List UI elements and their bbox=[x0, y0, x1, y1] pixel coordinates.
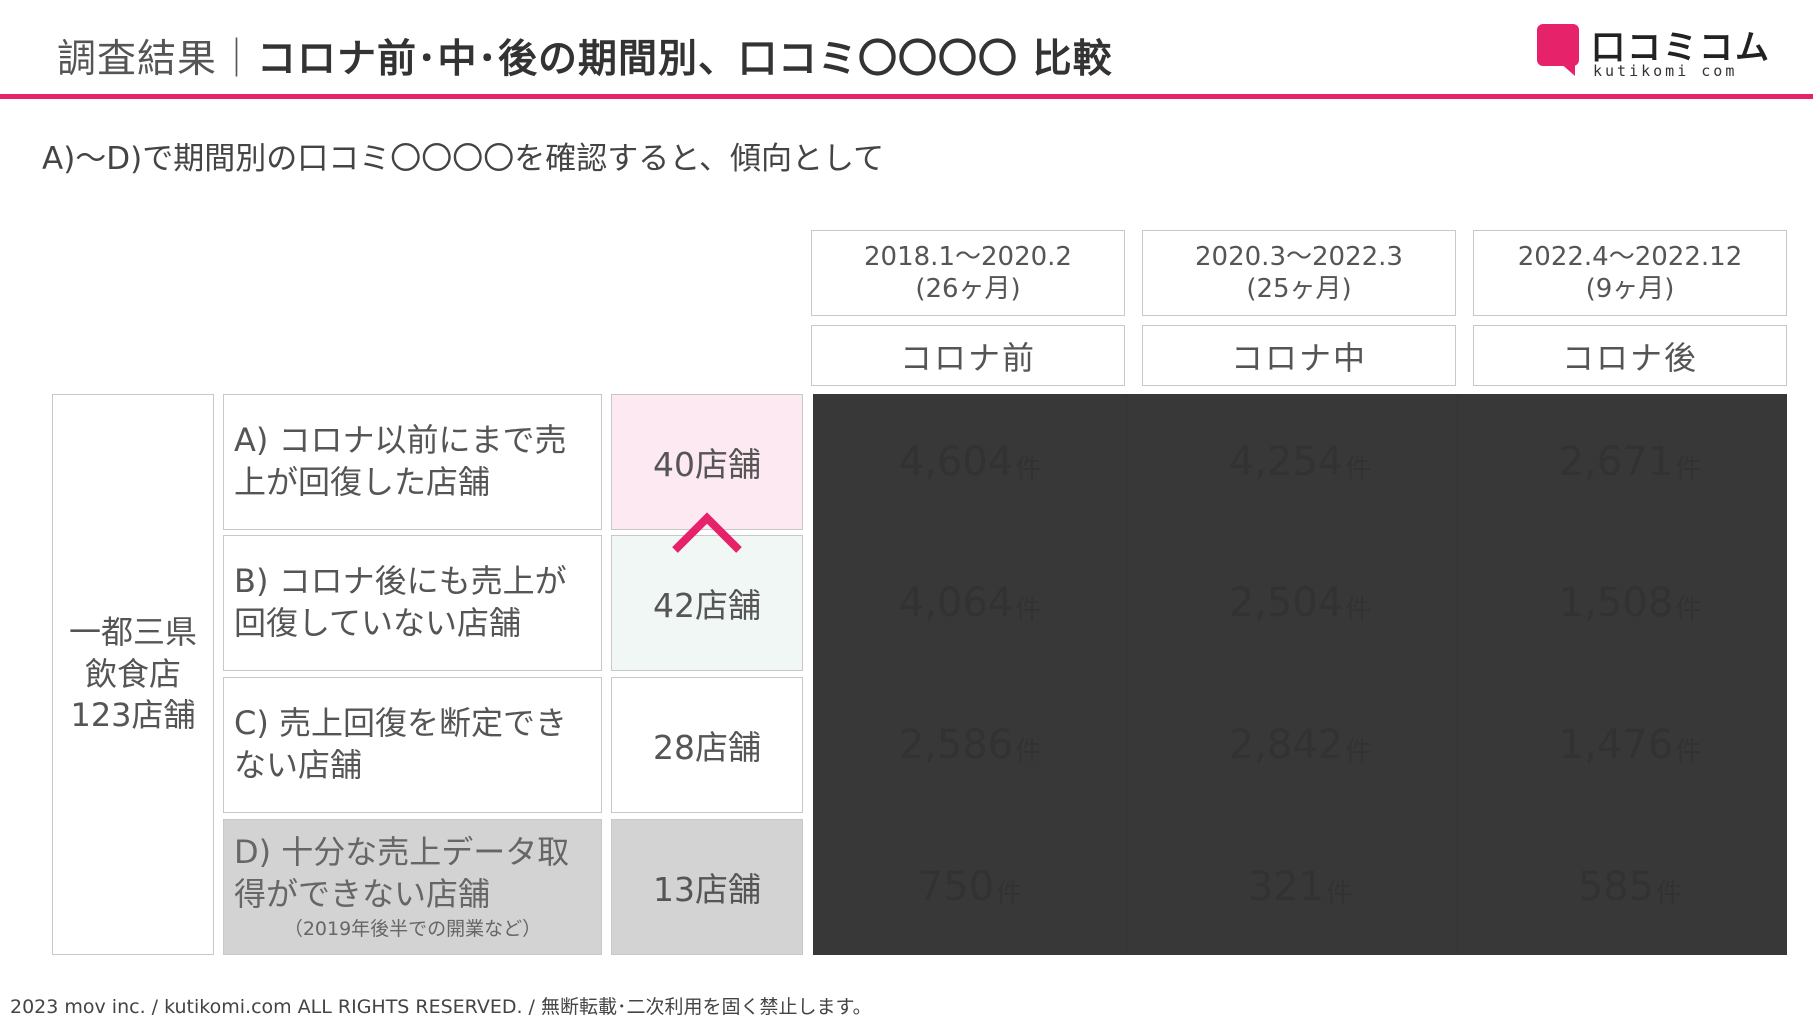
value-cell: 2,586 件 bbox=[813, 677, 1127, 813]
category-note: （2019年後半での開業など） bbox=[283, 918, 542, 941]
value-unit: 件 bbox=[1675, 453, 1702, 484]
value-unit: 件 bbox=[1015, 594, 1042, 625]
value-unit: 件 bbox=[1656, 878, 1683, 909]
value-number: 4,064 bbox=[898, 580, 1014, 626]
value-number: 585 bbox=[1577, 864, 1655, 910]
period-months: (26ヶ月) bbox=[915, 274, 1021, 304]
value-unit: 件 bbox=[996, 878, 1023, 909]
period-header-during: 2020.3〜2022.3 (25ヶ月) bbox=[1142, 230, 1456, 316]
value-unit: 件 bbox=[1015, 736, 1042, 767]
value-number: 2,586 bbox=[898, 722, 1014, 768]
value-cell: 2,504 件 bbox=[1143, 535, 1457, 671]
category-label: B) コロナ後にも売上が回復していない店舗 bbox=[234, 562, 567, 642]
phase-header-before: コロナ前 bbox=[811, 325, 1125, 386]
value-cell: 4,064 件 bbox=[813, 535, 1127, 671]
value-number: 4,604 bbox=[898, 439, 1014, 485]
speech-bubble-icon bbox=[1537, 24, 1579, 66]
value-cell: 1,476 件 bbox=[1473, 677, 1787, 813]
category-d-count: 13店舗 bbox=[611, 819, 803, 955]
value-cell: 2,842 件 bbox=[1143, 677, 1457, 813]
period-range: 2022.4〜2022.12 bbox=[1517, 241, 1743, 272]
category-c-label: C) 売上回復を断定できない店舗 bbox=[223, 677, 602, 813]
value-cell: 1,508 件 bbox=[1473, 535, 1787, 671]
category-label: A) コロナ以前にまで売上が回復した店舗 bbox=[234, 421, 567, 501]
region-cell: 一都三県 飲食店 123店舗 bbox=[52, 394, 214, 955]
value-cell: 4,254 件 bbox=[1143, 394, 1457, 530]
period-months: (9ヶ月) bbox=[1585, 274, 1675, 304]
slide-subtitle: A)〜D)で期間別の口コミ〇〇〇〇を確認すると、傾向として bbox=[42, 141, 885, 177]
title-main: コロナ前･中･後の期間別、口コミ〇〇〇〇 比較 bbox=[257, 37, 1113, 82]
phase-header-after: コロナ後 bbox=[1473, 325, 1787, 386]
category-c-count: 28店舗 bbox=[611, 677, 803, 813]
header-divider bbox=[0, 94, 1813, 99]
period-range: 2020.3〜2022.3 bbox=[1195, 241, 1403, 272]
value-cell: 2,671 件 bbox=[1473, 394, 1787, 530]
masked-values-area: 4,604 件 4,254 件 2,671 件 4,064 件 2,504 件 1,508… bbox=[813, 394, 1787, 955]
value-number: 2,504 bbox=[1228, 580, 1344, 626]
period-header-after: 2022.4〜2022.12 (9ヶ月) bbox=[1473, 230, 1787, 316]
value-cell: 585 件 bbox=[1473, 819, 1787, 955]
value-number: 1,508 bbox=[1558, 580, 1674, 626]
value-number: 2,671 bbox=[1558, 439, 1674, 485]
value-unit: 件 bbox=[1675, 736, 1702, 767]
value-number: 321 bbox=[1247, 864, 1325, 910]
value-cell: 4,604 件 bbox=[813, 394, 1127, 530]
category-a-label: A) コロナ以前にまで売上が回復した店舗 bbox=[223, 394, 602, 530]
category-b-label: B) コロナ後にも売上が回復していない店舗 bbox=[223, 535, 602, 671]
value-unit: 件 bbox=[1345, 736, 1372, 767]
period-range: 2018.1〜2020.2 bbox=[864, 241, 1072, 272]
speech-bubble-tail-icon bbox=[1559, 62, 1575, 76]
value-number: 1,476 bbox=[1558, 722, 1674, 768]
value-unit: 件 bbox=[1326, 878, 1353, 909]
period-months: (25ヶ月) bbox=[1246, 274, 1352, 304]
region-line: 一都三県 bbox=[68, 613, 197, 652]
category-d-label: D) 十分な売上データ取得ができない店舗 （2019年後半での開業など） bbox=[223, 819, 602, 955]
masked-column-divider bbox=[1457, 394, 1458, 955]
page-title: 調査結果｜コロナ前･中･後の期間別、口コミ〇〇〇〇 比較 bbox=[57, 28, 1113, 84]
value-unit: 件 bbox=[1345, 453, 1372, 484]
copyright-footer: 2023 mov inc. / kutikomi.com ALL RIGHTS … bbox=[10, 996, 872, 1018]
value-number: 4,254 bbox=[1228, 439, 1344, 485]
phase-header-during: コロナ中 bbox=[1142, 325, 1456, 386]
value-unit: 件 bbox=[1015, 453, 1042, 484]
region-line: 123店舗 bbox=[70, 696, 196, 735]
logo-subtext: kutikomi com bbox=[1593, 62, 1738, 80]
region-line: 飲食店 bbox=[84, 654, 181, 693]
category-label: C) 売上回復を断定できない店舗 bbox=[234, 704, 568, 784]
value-number: 2,842 bbox=[1228, 722, 1344, 768]
value-number: 750 bbox=[917, 864, 995, 910]
value-cell: 750 件 bbox=[813, 819, 1127, 955]
title-prefix: 調査結果｜ bbox=[57, 37, 258, 82]
category-label: D) 十分な売上データ取得ができない店舗 bbox=[234, 833, 570, 913]
value-unit: 件 bbox=[1675, 594, 1702, 625]
value-unit: 件 bbox=[1345, 594, 1372, 625]
value-cell: 321 件 bbox=[1143, 819, 1457, 955]
chevron-up-icon bbox=[672, 512, 742, 553]
kutikomi-logo: 口コミコム kutikomi com bbox=[1537, 22, 1777, 82]
period-header-before: 2018.1〜2020.2 (26ヶ月) bbox=[811, 230, 1125, 316]
